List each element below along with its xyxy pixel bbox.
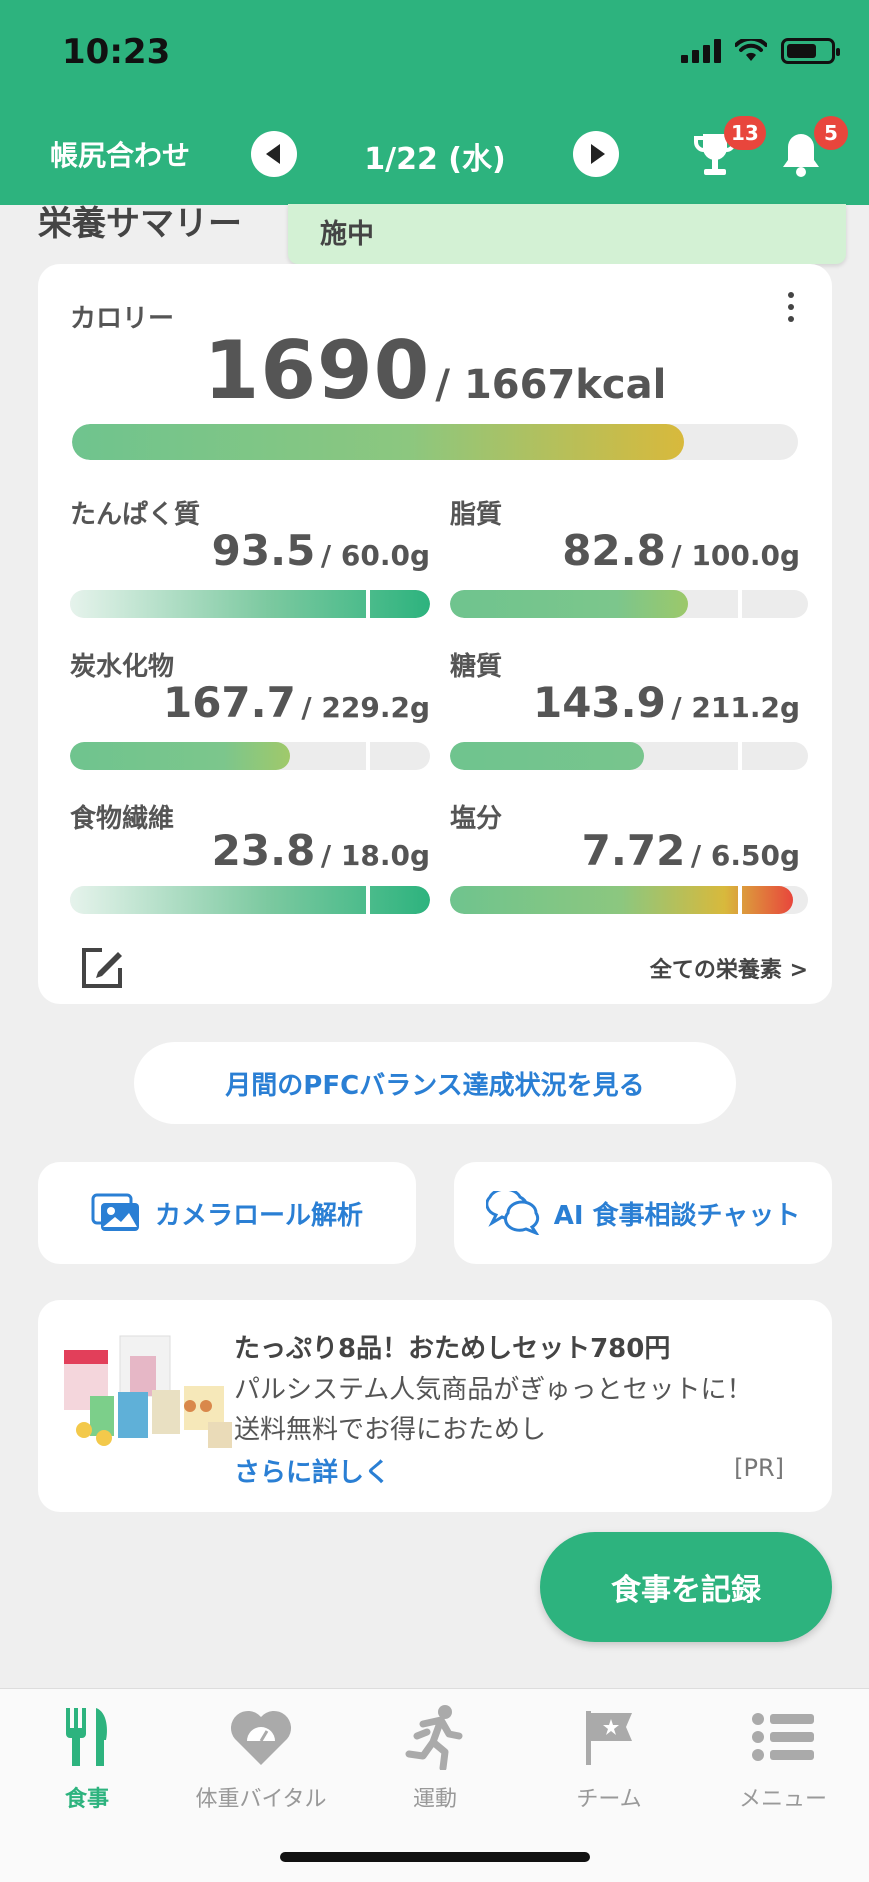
salt-progress-bar (450, 886, 808, 914)
nutrition-summary-card: カロリー 1690 / 1667kcal たんぱく質 93.5 / 60.0g … (38, 264, 832, 1004)
tab-weight-vital-label: 体重バイタル (195, 1787, 327, 1812)
calorie-intake: 1690 (203, 324, 431, 417)
fiber-progress-bar (70, 886, 430, 914)
salt-intake: 7.72 (581, 826, 686, 875)
tab-weight-vital[interactable]: 体重バイタル (174, 1703, 348, 1813)
fat-value: 82.8 / 100.0g (450, 526, 800, 575)
protein-target-marker (366, 590, 370, 618)
status-icons (681, 38, 840, 64)
tab-menu[interactable]: メニュー (696, 1703, 869, 1813)
tab-team-label: チーム (576, 1787, 642, 1812)
chevron-right-icon (590, 144, 605, 164)
photo-gallery-icon (91, 1193, 139, 1231)
signal-icon (681, 39, 721, 63)
prev-date-button[interactable] (251, 131, 297, 177)
ai-chat-button[interactable]: AI 食事相談チャット (454, 1162, 832, 1264)
salt-target: / 6.50g (690, 839, 800, 872)
chevron-left-icon (265, 144, 280, 164)
ad-description: パルシステム人気商品がぎゅっとセットに！ 送料無料でお得におためし (234, 1370, 794, 1450)
camera-roll-button[interactable]: カメラロール解析 (38, 1162, 416, 1264)
protein-progress-fill (70, 590, 430, 618)
ad-pr-label: [PR] (734, 1454, 784, 1482)
tab-exercise[interactable]: 運動 (348, 1703, 522, 1813)
all-nutrients-link[interactable]: 全ての栄養素 > (650, 952, 808, 984)
fat-intake: 82.8 (562, 526, 666, 575)
trophy-badge: 13 (724, 116, 766, 150)
sugar-value: 143.9 / 211.2g (450, 678, 800, 727)
edit-icon (82, 948, 122, 988)
notification-button[interactable]: 5 (780, 116, 848, 182)
sugar-intake: 143.9 (532, 678, 666, 727)
tooltip[interactable]: 施中 (288, 204, 846, 278)
ad-card[interactable]: たっぷり8品！おためしセット780円 パルシステム人気商品がぎゅっとセットに！ … (38, 1300, 832, 1512)
fat-target-marker (738, 590, 742, 618)
ad-more-link[interactable]: さらに詳しく (234, 1452, 390, 1489)
ad-title: たっぷり8品！おためしセット780円 (234, 1334, 671, 1364)
salt-target-marker (738, 886, 742, 914)
pfc-balance-button[interactable]: 月間のPFCバランス達成状況を見る (134, 1042, 736, 1124)
page-title: 帳尻合わせ (50, 139, 191, 172)
carbs-progress-fill (70, 742, 290, 770)
salt-value: 7.72 / 6.50g (450, 826, 800, 875)
fork-knife-icon (66, 1708, 107, 1766)
battery-icon (781, 38, 840, 64)
sugar-progress-bar (450, 742, 808, 770)
protein-progress-bar (70, 590, 430, 618)
carbs-target: / 229.2g (301, 691, 430, 724)
wifi-icon (735, 39, 767, 61)
fiber-target-marker (366, 886, 370, 914)
ad-description-line1: パルシステム人気商品がぎゅっとセットに！ (234, 1375, 753, 1405)
sugar-progress-fill (450, 742, 644, 770)
carbs-progress-bar (70, 742, 430, 770)
fiber-value: 23.8 / 18.0g (70, 826, 430, 875)
sugar-target: / 211.2g (671, 691, 800, 724)
home-indicator (280, 1852, 590, 1862)
carbs-intake: 167.7 (162, 678, 296, 727)
notification-badge: 5 (814, 116, 848, 150)
more-options-icon[interactable] (786, 292, 796, 322)
tab-team[interactable]: チーム (522, 1703, 696, 1813)
calorie-progress-bar (72, 424, 798, 460)
fat-progress-bar (450, 590, 808, 618)
calorie-progress-fill (72, 424, 684, 460)
fiber-progress-fill (70, 886, 430, 914)
record-meal-button[interactable]: 食事を記録 (540, 1532, 832, 1642)
protein-intake: 93.5 (211, 526, 316, 575)
status-time: 10:23 (62, 32, 171, 72)
calorie-value: 1690 / 1667kcal (38, 324, 832, 417)
camera-roll-label: カメラロール解析 (154, 1200, 363, 1231)
fiber-target: / 18.0g (320, 839, 430, 872)
fat-progress-fill (450, 590, 688, 618)
trophy-button[interactable]: 13 (692, 116, 766, 184)
tab-meal[interactable]: 食事 (0, 1703, 174, 1813)
next-date-button[interactable] (573, 131, 619, 177)
protein-value: 93.5 / 60.0g (70, 526, 430, 575)
section-title: 栄養サマリー (38, 204, 242, 244)
carbs-value: 167.7 / 229.2g (70, 678, 430, 727)
carbs-target-marker (366, 742, 370, 770)
calorie-target: / 1667kcal (435, 362, 667, 408)
protein-target: / 60.0g (320, 539, 430, 572)
app-header: 10:23 帳尻合わせ 1/22 (水) 13 5 (0, 0, 869, 205)
fat-target: / 100.0g (671, 539, 800, 572)
tab-meal-label: 食事 (64, 1787, 109, 1812)
edit-button[interactable] (78, 944, 126, 996)
chat-bubbles-icon (485, 1191, 539, 1235)
sugar-target-marker (738, 742, 742, 770)
menu-list-icon (752, 1713, 814, 1761)
product-set-image (64, 1335, 232, 1448)
ai-chat-label: AI 食事相談チャット (553, 1200, 801, 1231)
fiber-intake: 23.8 (211, 826, 316, 875)
flag-icon (586, 1711, 632, 1765)
current-date[interactable]: 1/22 (水) (330, 134, 540, 178)
running-icon (405, 1705, 463, 1770)
tab-menu-label: メニュー (738, 1787, 827, 1812)
tab-exercise-label: 運動 (412, 1787, 457, 1812)
ad-description-line2: 送料無料でお得におためし (234, 1415, 547, 1445)
heart-scale-icon (230, 1710, 292, 1765)
